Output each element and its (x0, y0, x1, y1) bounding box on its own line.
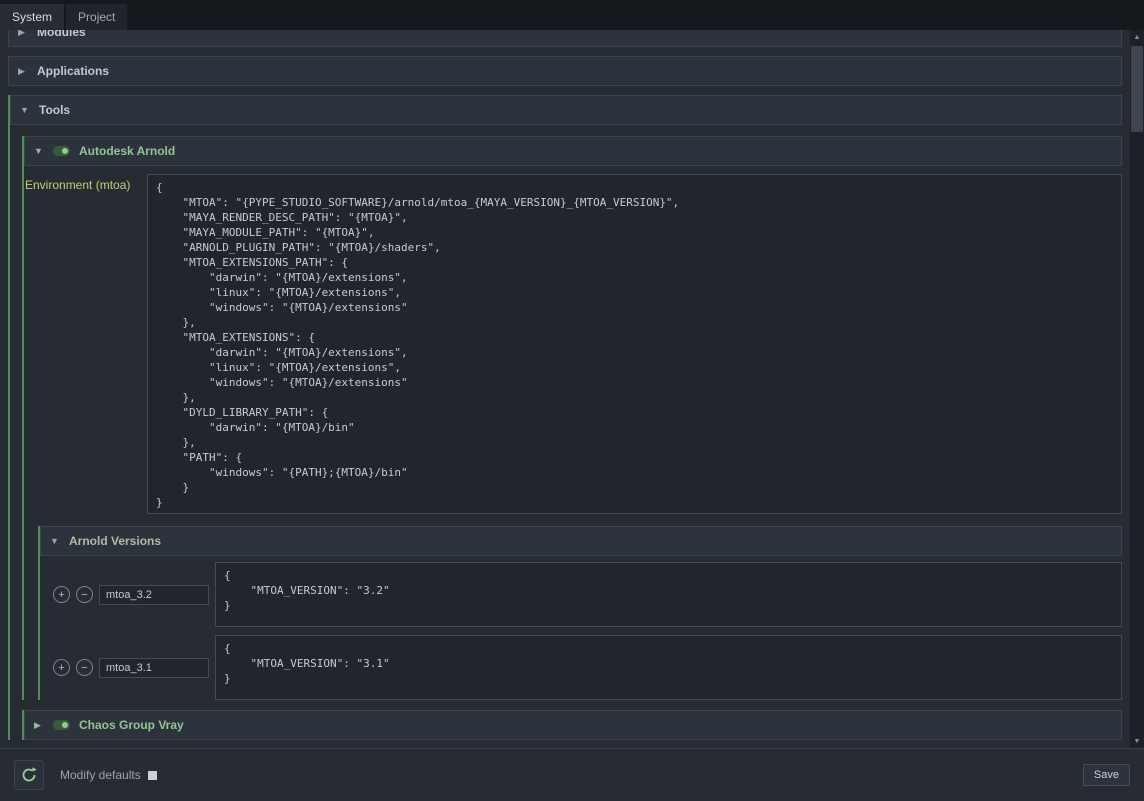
chevron-down-icon: ▼ (20, 106, 30, 115)
environment-field-row: Environment (mtoa) { "MTOA": "{PYPE_STUD… (25, 174, 1122, 514)
tab-system[interactable]: System (0, 4, 64, 30)
version-row: + − { "MTOA_VERSION": "3.1" } (53, 635, 1122, 700)
chevron-down-icon: ▼ (50, 537, 60, 546)
version-row: + − { "MTOA_VERSION": "3.2" } (53, 562, 1122, 627)
tab-system-label: System (12, 10, 52, 24)
remove-version-button[interactable]: − (76, 586, 93, 603)
section-label-modules: Modules (37, 30, 86, 39)
settings-body: ▶ Modules ▶ Applications ▼ Tools ▼ (0, 30, 1144, 748)
group-header-chaos-group-vray[interactable]: ▶ Chaos Group Vray (24, 710, 1122, 740)
section-header-applications[interactable]: ▶ Applications (8, 56, 1122, 86)
version-key-input[interactable] (99, 658, 209, 678)
version-value-textarea[interactable]: { "MTOA_VERSION": "3.2" } (215, 562, 1122, 627)
environment-mtoa-label: Environment (mtoa) (25, 174, 147, 514)
add-version-button[interactable]: + (53, 659, 70, 676)
tab-project-label: Project (78, 10, 115, 24)
group-title-autodesk-arnold: Autodesk Arnold (79, 144, 175, 158)
version-value-textarea[interactable]: { "MTOA_VERSION": "3.1" } (215, 635, 1122, 700)
modify-defaults-checkbox[interactable] (148, 771, 157, 780)
refresh-button[interactable] (14, 760, 44, 790)
enabled-toggle-icon[interactable] (53, 146, 70, 156)
chevron-down-icon: ▼ (34, 147, 44, 156)
scroll-up-button[interactable]: ▲ (1130, 30, 1144, 44)
vertical-scrollbar[interactable]: ▲ ▼ (1130, 30, 1144, 748)
group-chaos-group-vray: ▶ Chaos Group Vray (22, 710, 1122, 740)
section-header-modules[interactable]: ▶ Modules (8, 30, 1122, 47)
scroll-down-button[interactable]: ▼ (1130, 734, 1144, 748)
chevron-right-icon: ▶ (18, 67, 28, 76)
section-label-applications: Applications (37, 64, 109, 78)
save-button[interactable]: Save (1083, 764, 1130, 786)
group-autodesk-arnold: ▼ Autodesk Arnold Environment (mtoa) { "… (22, 136, 1122, 700)
tab-project[interactable]: Project (66, 4, 127, 30)
chevron-right-icon: ▶ (18, 30, 28, 37)
group-arnold-versions: ▼ Arnold Versions + − { "MTOA_VERSION": … (38, 526, 1122, 700)
remove-version-button[interactable]: − (76, 659, 93, 676)
section-tools: ▼ Tools ▼ Autodesk Arnold Environment (m… (8, 95, 1122, 740)
refresh-icon (20, 766, 38, 784)
group-header-autodesk-arnold[interactable]: ▼ Autodesk Arnold (24, 136, 1122, 166)
group-title-chaos-group-vray: Chaos Group Vray (79, 718, 184, 732)
chevron-right-icon: ▶ (34, 721, 44, 730)
enabled-toggle-icon[interactable] (53, 720, 70, 730)
tab-bar: System Project (0, 0, 1144, 30)
version-key-input[interactable] (99, 585, 209, 605)
group-title-arnold-versions: Arnold Versions (69, 534, 161, 548)
scrollbar-thumb[interactable] (1131, 46, 1143, 132)
add-version-button[interactable]: + (53, 586, 70, 603)
group-header-arnold-versions[interactable]: ▼ Arnold Versions (40, 526, 1122, 556)
settings-window: System Project ▶ Modules ▶ Applications … (0, 0, 1144, 801)
section-label-tools: Tools (39, 103, 70, 117)
environment-mtoa-textarea[interactable]: { "MTOA": "{PYPE_STUDIO_SOFTWARE}/arnold… (147, 174, 1122, 514)
modify-defaults-label: Modify defaults (60, 768, 141, 782)
footer-bar: Modify defaults Save (0, 748, 1144, 801)
settings-scroll-content: ▶ Modules ▶ Applications ▼ Tools ▼ (0, 30, 1130, 748)
section-header-tools[interactable]: ▼ Tools (10, 95, 1122, 125)
